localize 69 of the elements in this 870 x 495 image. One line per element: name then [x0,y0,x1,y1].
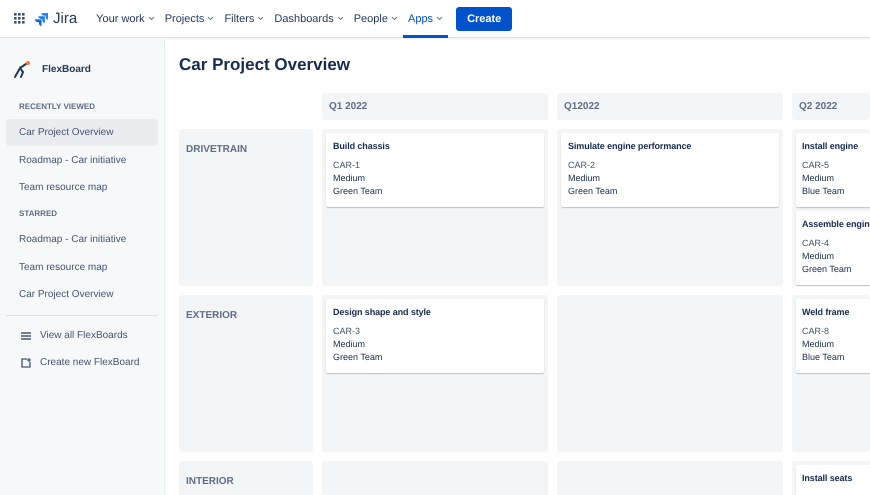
issue-card[interactable]: Weld frame CAR-8 Medium Blue Team [796,299,870,373]
chevron-down-icon [257,16,264,21]
jira-icon [35,12,49,26]
column-header: Q12022 [557,93,783,120]
nav-menu[interactable]: Apps [402,0,448,38]
sidebar-item[interactable]: Roadmap - Car initiative [6,146,158,174]
card-title: Design shape and style [333,307,432,317]
chevron-down-icon [390,16,398,21]
issue-priority: Medium [568,172,602,185]
card-title: Simulate engine performance [568,141,692,151]
chevron-down-icon [148,16,155,21]
issue-key: CAR-4 [802,237,870,250]
nav-menu[interactable]: Your work [91,0,160,38]
page-title: Car Project Overview [179,55,352,75]
app-title: FlexBoard [42,64,91,74]
new-board-icon [21,358,31,368]
grid-icon[interactable] [14,13,25,24]
chevron-down-icon [336,16,344,21]
row-header: DRIVETRAIN [179,129,313,286]
chevron-down-icon [436,16,444,21]
issue-priority: Medium [802,338,836,351]
issue-team: Green Team [333,351,384,364]
issue-team: Green Team [568,185,618,198]
issue-card[interactable]: Simulate engine performance CAR-2 Medium Green Team [561,133,779,207]
card-title: Build chassis [333,141,391,151]
row-header: INTERIOR [179,461,313,495]
sidebar-item[interactable]: Roadmap - Car initiative [6,226,158,253]
issue-card[interactable]: Assemble engin CAR-4 Medium Green Team [796,211,870,285]
issue-key: CAR-3 [333,325,537,338]
card-title: Install engine [802,141,860,151]
card-title: Weld frame [802,307,850,317]
sidebar-item[interactable]: Team resource map [6,254,158,280]
card-title: Install seats [802,473,854,483]
issue-team: Green Team [802,263,852,276]
nav-menu[interactable]: Dashboards [269,0,349,38]
sidebar-item[interactable]: Team resource map [6,174,158,201]
create-button[interactable]: Create [456,6,512,30]
issue-priority: Medium [333,338,366,351]
sidebar-item[interactable]: Car Project Overview [6,119,158,146]
issue-team: Blue Team [802,185,846,198]
issue-priority: Medium [802,172,836,185]
card-title: Assemble engin [802,219,870,229]
row-header: EXTERIOR [179,295,313,452]
issue-card[interactable]: Install seats [796,465,870,495]
section-heading: STARRED [18,209,58,219]
sidebar-action[interactable]: View all FlexBoards [6,322,158,349]
nav-menu[interactable]: People [348,0,403,38]
column-header: Q1 2022 [322,93,548,120]
chevron-down-icon [207,16,214,21]
issue-key: CAR-5 [802,159,870,172]
issue-team: Green Team [333,185,384,198]
jira-logo[interactable]: Jira [35,10,78,27]
issue-card[interactable]: Install engine CAR-5 Medium Blue Team [796,133,870,207]
list-icon [21,332,31,340]
issue-team: Blue Team [802,351,846,364]
issue-card[interactable]: Design shape and style CAR-3 Medium Green Team [326,299,544,373]
nav-menu[interactable]: Projects [160,0,220,38]
runner-icon [12,59,32,79]
issue-key: CAR-8 [802,325,870,338]
nav-menu[interactable]: Filters [219,0,270,38]
section-heading: RECENTLY VIEWED [18,102,96,112]
sidebar-action[interactable]: Create new FlexBoard [6,349,158,376]
issue-priority: Medium [802,250,836,263]
issue-card[interactable]: Build chassis CAR-1 Medium Green Team [326,133,544,207]
issue-key: CAR-1 [333,159,537,172]
sidebar-item[interactable]: Car Project Overview [6,281,158,308]
column-header: Q2 2022 [792,93,870,120]
issue-priority: Medium [333,172,366,185]
issue-key: CAR-2 [568,159,772,172]
